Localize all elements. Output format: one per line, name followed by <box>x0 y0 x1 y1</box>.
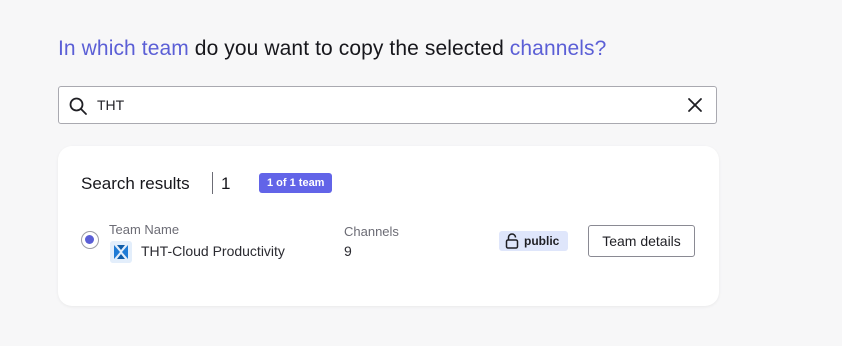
results-divider <box>212 172 213 194</box>
team-select-radio[interactable] <box>81 231 99 249</box>
search-box <box>58 86 717 124</box>
results-title: Search results <box>81 174 190 193</box>
team-logo-icon <box>110 241 132 263</box>
channels-label: Channels <box>344 224 399 239</box>
unlock-icon <box>505 233 519 249</box>
team-name-label: Team Name <box>109 222 180 237</box>
close-icon[interactable] <box>686 96 704 114</box>
radio-selected-dot <box>85 235 94 244</box>
search-icon <box>69 97 87 115</box>
team-details-button[interactable]: Team details <box>588 225 695 257</box>
results-badge: 1 of 1 team <box>259 173 333 193</box>
title-accent-channels: channels? <box>509 37 607 60</box>
privacy-label: public <box>524 234 560 248</box>
page-title: In which team do you want to copy the se… <box>58 37 606 61</box>
privacy-badge: public <box>499 231 568 251</box>
channels-count: 9 <box>344 243 352 259</box>
title-text: do you want to copy the selected <box>188 37 510 60</box>
team-name: THT-Cloud Productivity <box>141 243 285 259</box>
search-input[interactable] <box>97 94 657 116</box>
results-count: 1 <box>221 174 231 193</box>
search-results-card: Search results 1 1 of 1 team Team Name T… <box>58 146 719 306</box>
title-accent-team: In which team <box>58 37 189 60</box>
